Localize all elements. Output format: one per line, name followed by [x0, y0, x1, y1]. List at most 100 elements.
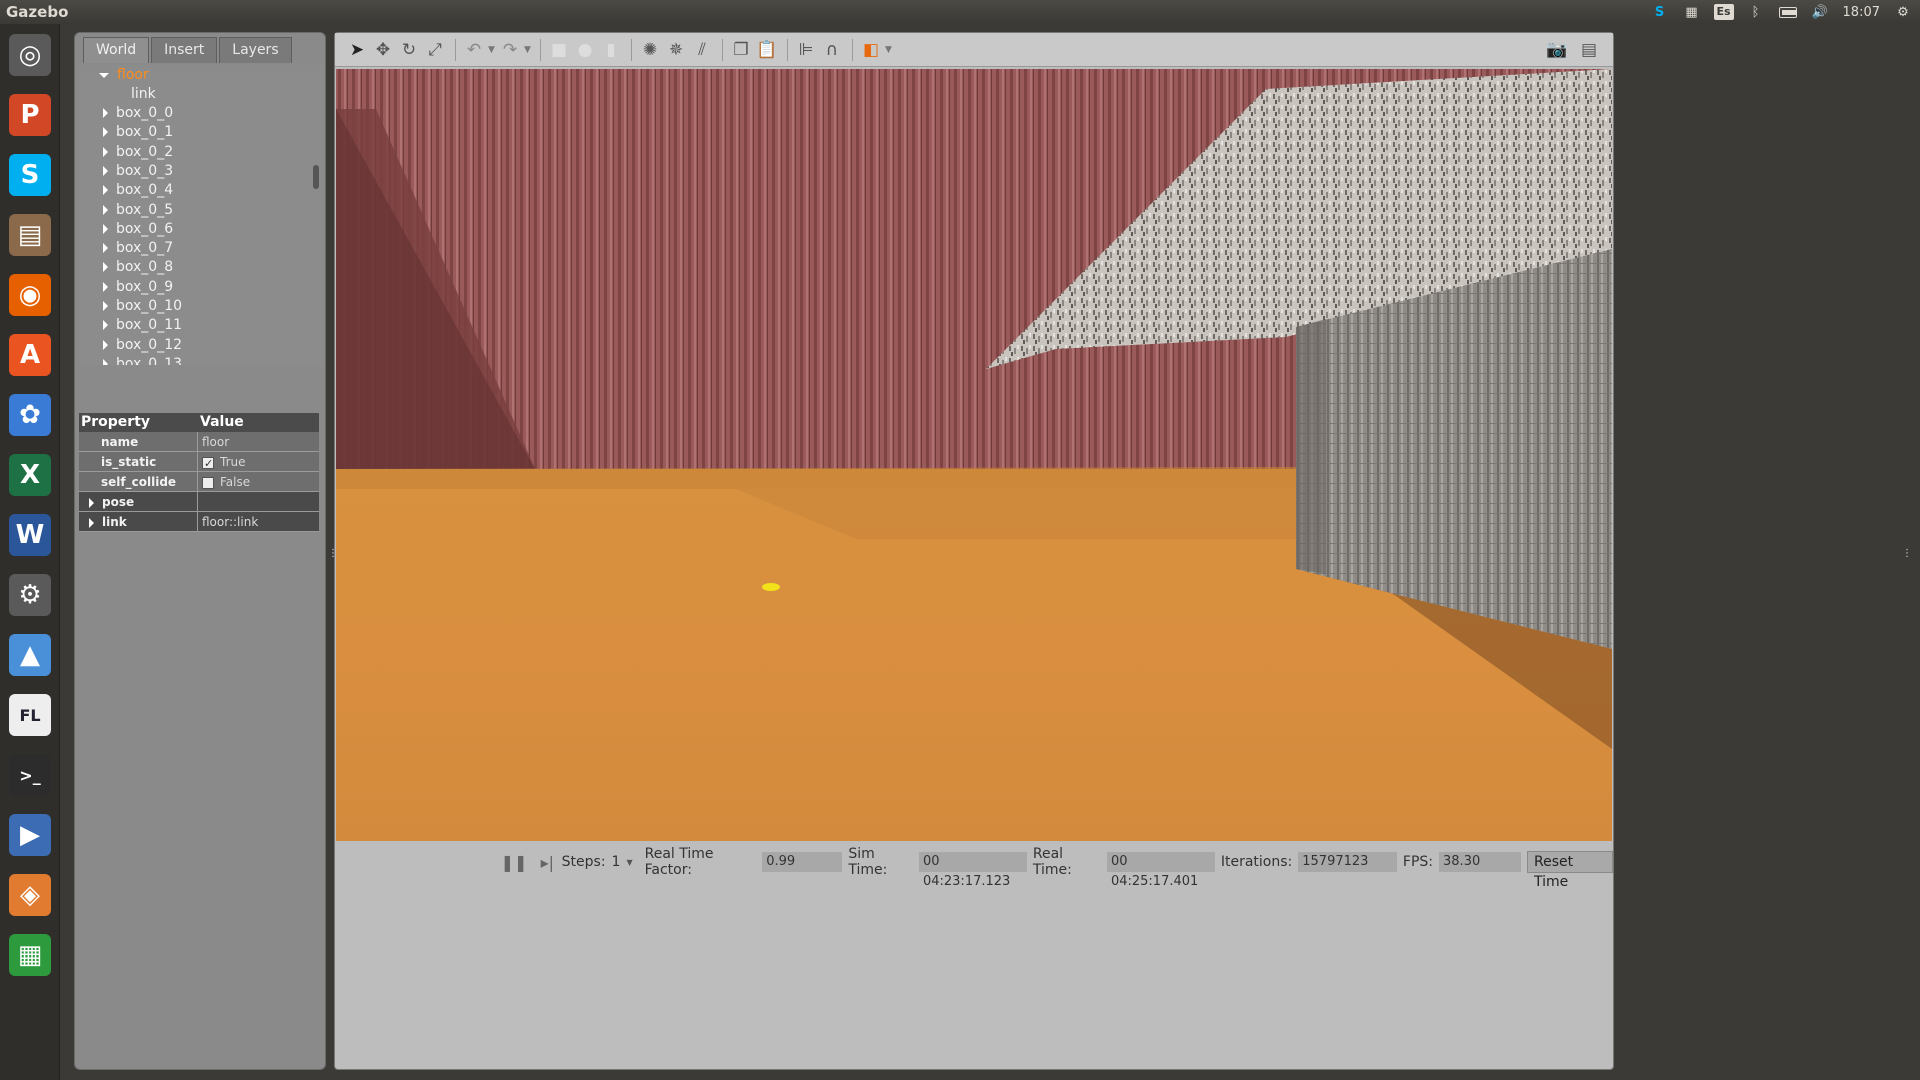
battery-icon[interactable]: [1778, 4, 1797, 20]
expand-arrow-icon[interactable]: [103, 262, 108, 273]
pause-icon[interactable]: ❚❚: [501, 853, 528, 872]
tree-item-box-0-12[interactable]: box_0_12: [103, 336, 182, 355]
record-log-icon[interactable]: ▤: [1577, 38, 1601, 62]
volume-icon[interactable]: 🔊: [1811, 4, 1829, 20]
property-row-pose[interactable]: pose: [79, 492, 319, 512]
expand-arrow-icon[interactable]: [103, 301, 108, 311]
view-angle-dropdown-icon[interactable]: ▼: [885, 38, 895, 62]
select-mode-icon[interactable]: ➤: [345, 38, 369, 62]
gazebo-window: World Insert Layers floor link box_0_0 bo…: [60, 24, 1920, 1080]
launcher-excel[interactable]: X: [5, 450, 55, 500]
launcher-powerpoint[interactable]: P: [5, 90, 55, 140]
snap-icon[interactable]: ∩: [820, 38, 844, 62]
expand-arrow-icon[interactable]: [103, 358, 108, 365]
align-icon[interactable]: ⊫: [794, 38, 818, 62]
redo-icon[interactable]: ↷: [498, 38, 522, 62]
directional-light-icon[interactable]: ⫽: [690, 38, 714, 62]
firefox-icon: ◉: [9, 274, 51, 316]
expand-arrow-icon[interactable]: [103, 281, 108, 292]
launcher-skype[interactable]: S: [5, 150, 55, 200]
3d-viewport[interactable]: [336, 69, 1612, 841]
launcher-files[interactable]: ▤: [5, 210, 55, 260]
tree-item-box-0-7[interactable]: box_0_7: [103, 239, 173, 258]
translate-mode-icon[interactable]: ✥: [371, 38, 395, 62]
is-static-checkbox[interactable]: [202, 454, 214, 474]
clock[interactable]: 18:07: [1843, 5, 1880, 20]
tree-item-box-0-3[interactable]: box_0_3: [103, 162, 173, 181]
launcher-fluid-ed[interactable]: FL: [5, 690, 55, 740]
tree-item-box-0-6[interactable]: box_0_6: [103, 220, 173, 239]
tree-item-box-0-1[interactable]: box_0_1: [103, 123, 173, 142]
undo-icon[interactable]: ↶: [462, 38, 486, 62]
tree-item-floor[interactable]: floor: [99, 66, 149, 85]
tree-item-box-0-0[interactable]: box_0_0: [103, 104, 173, 123]
bluetooth-icon[interactable]: ᛒ: [1747, 4, 1765, 20]
right-panel-handle[interactable]: ⋮: [1902, 548, 1912, 559]
paste-icon[interactable]: 📋: [755, 38, 779, 62]
tree-item-box-0-10[interactable]: box_0_10: [103, 297, 182, 316]
tree-item-box-0-9[interactable]: box_0_9: [103, 278, 173, 297]
launcher-word[interactable]: W: [5, 510, 55, 560]
copy-icon[interactable]: ❐: [729, 38, 753, 62]
expand-arrow-icon[interactable]: [103, 204, 108, 215]
steps-dropdown-icon[interactable]: ▼: [626, 858, 632, 867]
expand-arrow-icon[interactable]: [103, 108, 108, 118]
expand-arrow-icon[interactable]: [103, 165, 108, 176]
cylinder-shape-icon[interactable]: ▮: [599, 38, 623, 62]
launcher-gazebo[interactable]: ◈: [5, 870, 55, 920]
launcher-firefox[interactable]: ◉: [5, 270, 55, 320]
app-title: Gazebo: [6, 3, 69, 21]
tab-layers[interactable]: Layers: [219, 37, 292, 63]
point-light-icon[interactable]: ✺: [638, 38, 662, 62]
launcher-picasa[interactable]: ✿: [5, 390, 55, 440]
tree-item-box-0-13[interactable]: box_0_13: [103, 355, 182, 365]
reset-time-button[interactable]: Reset Time: [1527, 851, 1613, 890]
panel-splitter-handle[interactable]: ⋮: [328, 548, 338, 559]
property-row-link[interactable]: link floor::link: [79, 512, 319, 532]
expand-arrow-icon[interactable]: [103, 127, 108, 138]
system-tray: S ▦ Es ᛒ 🔊 18:07 ⚙: [1651, 0, 1912, 24]
tree-scrollbar[interactable]: [313, 165, 319, 189]
launcher-ubuntu-dash[interactable]: ◎: [5, 30, 55, 80]
tree-item-box-0-2[interactable]: box_0_2: [103, 143, 173, 162]
tab-insert[interactable]: Insert: [151, 37, 218, 63]
tree-item-box-0-5[interactable]: box_0_5: [103, 201, 173, 220]
collapse-arrow-icon[interactable]: [99, 72, 109, 78]
tree-item-box-0-8[interactable]: box_0_8: [103, 258, 173, 277]
launcher-matlab[interactable]: ▲: [5, 630, 55, 680]
launcher-software-center[interactable]: A: [5, 330, 55, 380]
launcher-media-player[interactable]: ▶: [5, 810, 55, 860]
expand-arrow-icon[interactable]: [89, 497, 94, 508]
rotate-mode-icon[interactable]: ↻: [397, 38, 421, 62]
view-angle-icon[interactable]: ◧: [859, 38, 883, 62]
step-icon[interactable]: ▸|: [539, 853, 556, 872]
launcher-settings[interactable]: ⚙: [5, 570, 55, 620]
expand-arrow-icon[interactable]: [103, 243, 108, 254]
expand-arrow-icon[interactable]: [103, 339, 108, 350]
workspaces-icon[interactable]: ▦: [1683, 4, 1701, 20]
skype-tray-icon[interactable]: S: [1651, 4, 1669, 20]
undo-history-dropdown-icon[interactable]: ▼: [488, 38, 498, 62]
sphere-shape-icon[interactable]: ●: [573, 38, 597, 62]
expand-arrow-icon[interactable]: [89, 517, 94, 528]
redo-history-dropdown-icon[interactable]: ▼: [524, 38, 534, 62]
screenshot-camera-icon[interactable]: 📷: [1545, 38, 1569, 62]
expand-arrow-icon[interactable]: [103, 223, 108, 234]
tree-item-box-0-4[interactable]: box_0_4: [103, 181, 173, 200]
tree-item-link[interactable]: link: [131, 85, 156, 104]
launcher-terminal[interactable]: >_: [5, 750, 55, 800]
expand-arrow-icon[interactable]: [103, 320, 108, 331]
spot-light-icon[interactable]: ✵: [664, 38, 688, 62]
expand-arrow-icon[interactable]: [103, 146, 108, 157]
tab-world[interactable]: World: [83, 37, 150, 63]
settings-gear-icon[interactable]: ⚙: [1894, 4, 1912, 20]
keyboard-layout-indicator[interactable]: Es: [1713, 4, 1734, 20]
steps-stepper[interactable]: 1: [612, 854, 621, 870]
self-collide-checkbox[interactable]: [202, 476, 214, 489]
name-value-field[interactable]: floor: [198, 432, 319, 451]
box-shape-icon[interactable]: ■: [547, 38, 571, 62]
tree-item-box-0-11[interactable]: box_0_11: [103, 316, 182, 335]
launcher-calc[interactable]: ▦: [5, 930, 55, 980]
expand-arrow-icon[interactable]: [103, 185, 108, 196]
scale-mode-icon[interactable]: ⤢: [423, 38, 447, 62]
